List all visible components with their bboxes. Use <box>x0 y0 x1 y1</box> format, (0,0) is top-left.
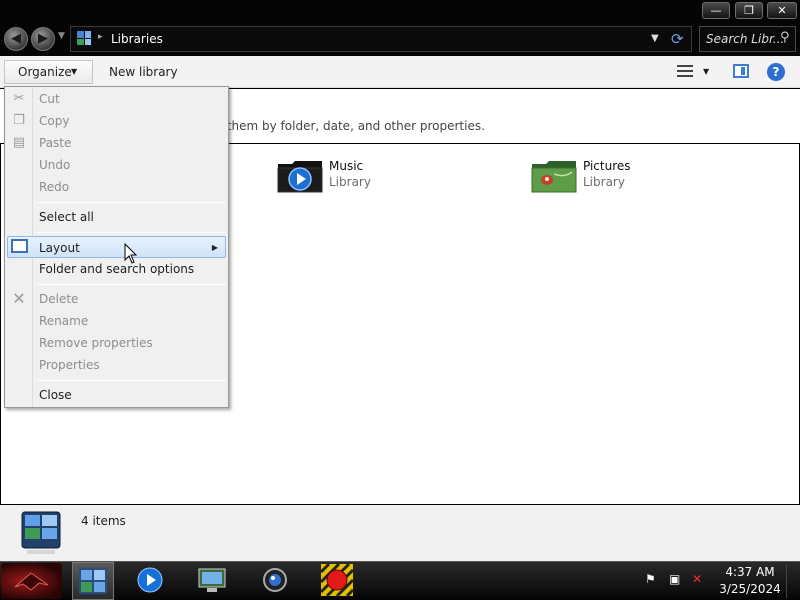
menu-item-layout[interactable]: Layout ▶ <box>7 236 226 258</box>
delete-x-icon: ✕ <box>12 289 26 308</box>
search-placeholder: Search Libr... <box>706 32 785 46</box>
music-library-icon <box>277 161 323 193</box>
window-titlebar: — ❐ ✕ <box>0 0 800 22</box>
search-input[interactable]: Search Libr... ⚲ <box>699 26 796 52</box>
layout-icon <box>11 239 28 253</box>
search-icon[interactable]: ⚲ <box>780 30 790 45</box>
taskbar-remote-desktop[interactable] <box>192 562 234 600</box>
chevron-down-icon: ▼ <box>71 67 78 76</box>
libraries-icon <box>77 31 91 45</box>
library-name-music: Music <box>329 159 364 173</box>
menu-item-rename: Rename <box>7 310 226 332</box>
details-pane: 4 items <box>0 505 800 561</box>
menu-item-cut-label: Cut <box>39 92 60 106</box>
back-button[interactable]: ◀ <box>4 27 28 51</box>
menu-item-folder-options-label: Folder and search options <box>39 262 195 276</box>
close-window-button[interactable]: ✕ <box>767 2 797 19</box>
submenu-arrow-icon: ▶ <box>211 243 218 252</box>
command-toolbar: Organize ▼ New library ▼ ? <box>0 56 800 88</box>
view-options-dropdown-icon[interactable]: ▼ <box>703 67 709 76</box>
taskbar-explorer[interactable] <box>72 562 114 600</box>
copy-icon: ❐ <box>13 113 25 128</box>
menu-item-copy-label: Copy <box>39 114 70 128</box>
menu-item-close-label: Close <box>39 388 72 402</box>
media-player-icon <box>137 567 163 593</box>
network-icon[interactable]: ▣ <box>669 572 680 586</box>
taskbar-media-player[interactable] <box>130 562 172 600</box>
taskbar-recorder[interactable] <box>317 562 359 600</box>
start-logo-icon <box>14 572 49 591</box>
menu-item-folder-options[interactable]: Folder and search options <box>7 258 226 280</box>
menu-item-undo: Undo <box>7 154 226 176</box>
menu-item-select-all[interactable]: Select all <box>7 206 226 228</box>
menu-item-delete: ✕ Delete <box>7 288 226 310</box>
library-item-pictures[interactable]: Pictures Library <box>530 156 750 198</box>
taskbar-camera[interactable] <box>255 562 297 600</box>
menu-separator <box>37 202 226 203</box>
breadcrumb-separator-icon[interactable]: ▸ <box>98 32 103 42</box>
menu-item-delete-label: Delete <box>39 292 79 306</box>
menu-item-paste: ▤ Paste <box>7 132 226 154</box>
forward-arrow-icon: ▶ <box>38 31 48 46</box>
libraries-large-icon <box>21 511 61 554</box>
menu-item-paste-label: Paste <box>39 136 72 150</box>
change-view-icon[interactable] <box>677 64 693 78</box>
menu-item-rename-label: Rename <box>39 314 89 328</box>
library-name-pictures: Pictures <box>583 159 631 173</box>
menu-item-properties: Properties <box>7 354 226 376</box>
menu-item-remove-properties-label: Remove properties <box>39 336 153 350</box>
recent-pages-dropdown-icon[interactable]: ▼ <box>58 31 65 41</box>
breadcrumb-libraries[interactable]: Libraries <box>111 32 163 46</box>
taskbar: ⚑ ▣ ✕ 4:37 AM 3/25/2024 <box>0 561 800 600</box>
clock-time[interactable]: 4:37 AM <box>720 565 780 579</box>
scissors-icon: ✂ <box>13 91 25 106</box>
start-button[interactable] <box>1 563 62 599</box>
menu-separator <box>37 380 226 381</box>
address-dropdown-icon[interactable]: ▼ <box>651 33 659 44</box>
preview-pane-icon[interactable] <box>733 64 749 78</box>
mouse-cursor-icon <box>124 243 138 264</box>
record-icon <box>319 562 355 598</box>
show-desktop-button[interactable] <box>786 564 798 598</box>
monitor-icon <box>198 568 226 592</box>
help-icon[interactable]: ? <box>767 63 785 81</box>
menu-item-remove-properties: Remove properties <box>7 332 226 354</box>
navigation-bar: ◀ ▶ ▼ ▸ Libraries ▼ ⟳ Search Libr... ⚲ <box>0 22 800 56</box>
menu-item-undo-label: Undo <box>39 158 71 172</box>
library-item-music[interactable]: Music Library <box>276 156 496 198</box>
maximize-button[interactable]: ❐ <box>735 2 763 19</box>
library-type-music: Library <box>329 175 371 189</box>
clipboard-icon: ▤ <box>12 135 26 150</box>
menu-separator <box>37 284 226 285</box>
menu-item-close[interactable]: Close <box>7 384 226 406</box>
menu-item-cut: ✂ Cut <box>7 88 226 110</box>
menu-item-select-all-label: Select all <box>39 210 94 224</box>
organize-label: Organize <box>18 65 72 79</box>
menu-separator <box>37 232 226 233</box>
menu-item-redo-label: Redo <box>39 180 70 194</box>
camera-icon <box>263 568 287 592</box>
organize-menu: ✂ Cut ❐ Copy ▤ Paste Undo Redo Select al… <box>4 86 229 408</box>
address-bar[interactable]: ▸ Libraries ▼ ⟳ <box>70 26 692 52</box>
volume-muted-icon[interactable]: ✕ <box>692 572 702 586</box>
menu-item-properties-label: Properties <box>39 358 100 372</box>
back-arrow-icon: ◀ <box>11 31 21 46</box>
library-type-pictures: Library <box>583 175 625 189</box>
organize-button[interactable]: Organize ▼ <box>4 60 93 84</box>
flag-icon[interactable]: ⚑ <box>645 572 656 586</box>
explorer-icon <box>79 568 107 594</box>
menu-item-copy: ❐ Copy <box>7 110 226 132</box>
item-count: 4 items <box>81 514 126 528</box>
minimize-button[interactable]: — <box>702 2 730 19</box>
pictures-library-icon <box>531 161 577 193</box>
menu-item-redo: Redo <box>7 176 226 198</box>
clock-date[interactable]: 3/25/2024 <box>716 582 784 596</box>
refresh-icon[interactable]: ⟳ <box>671 30 684 48</box>
forward-button[interactable]: ▶ <box>31 27 55 51</box>
new-library-button[interactable]: New library <box>109 65 178 79</box>
menu-item-layout-label: Layout <box>39 241 80 255</box>
